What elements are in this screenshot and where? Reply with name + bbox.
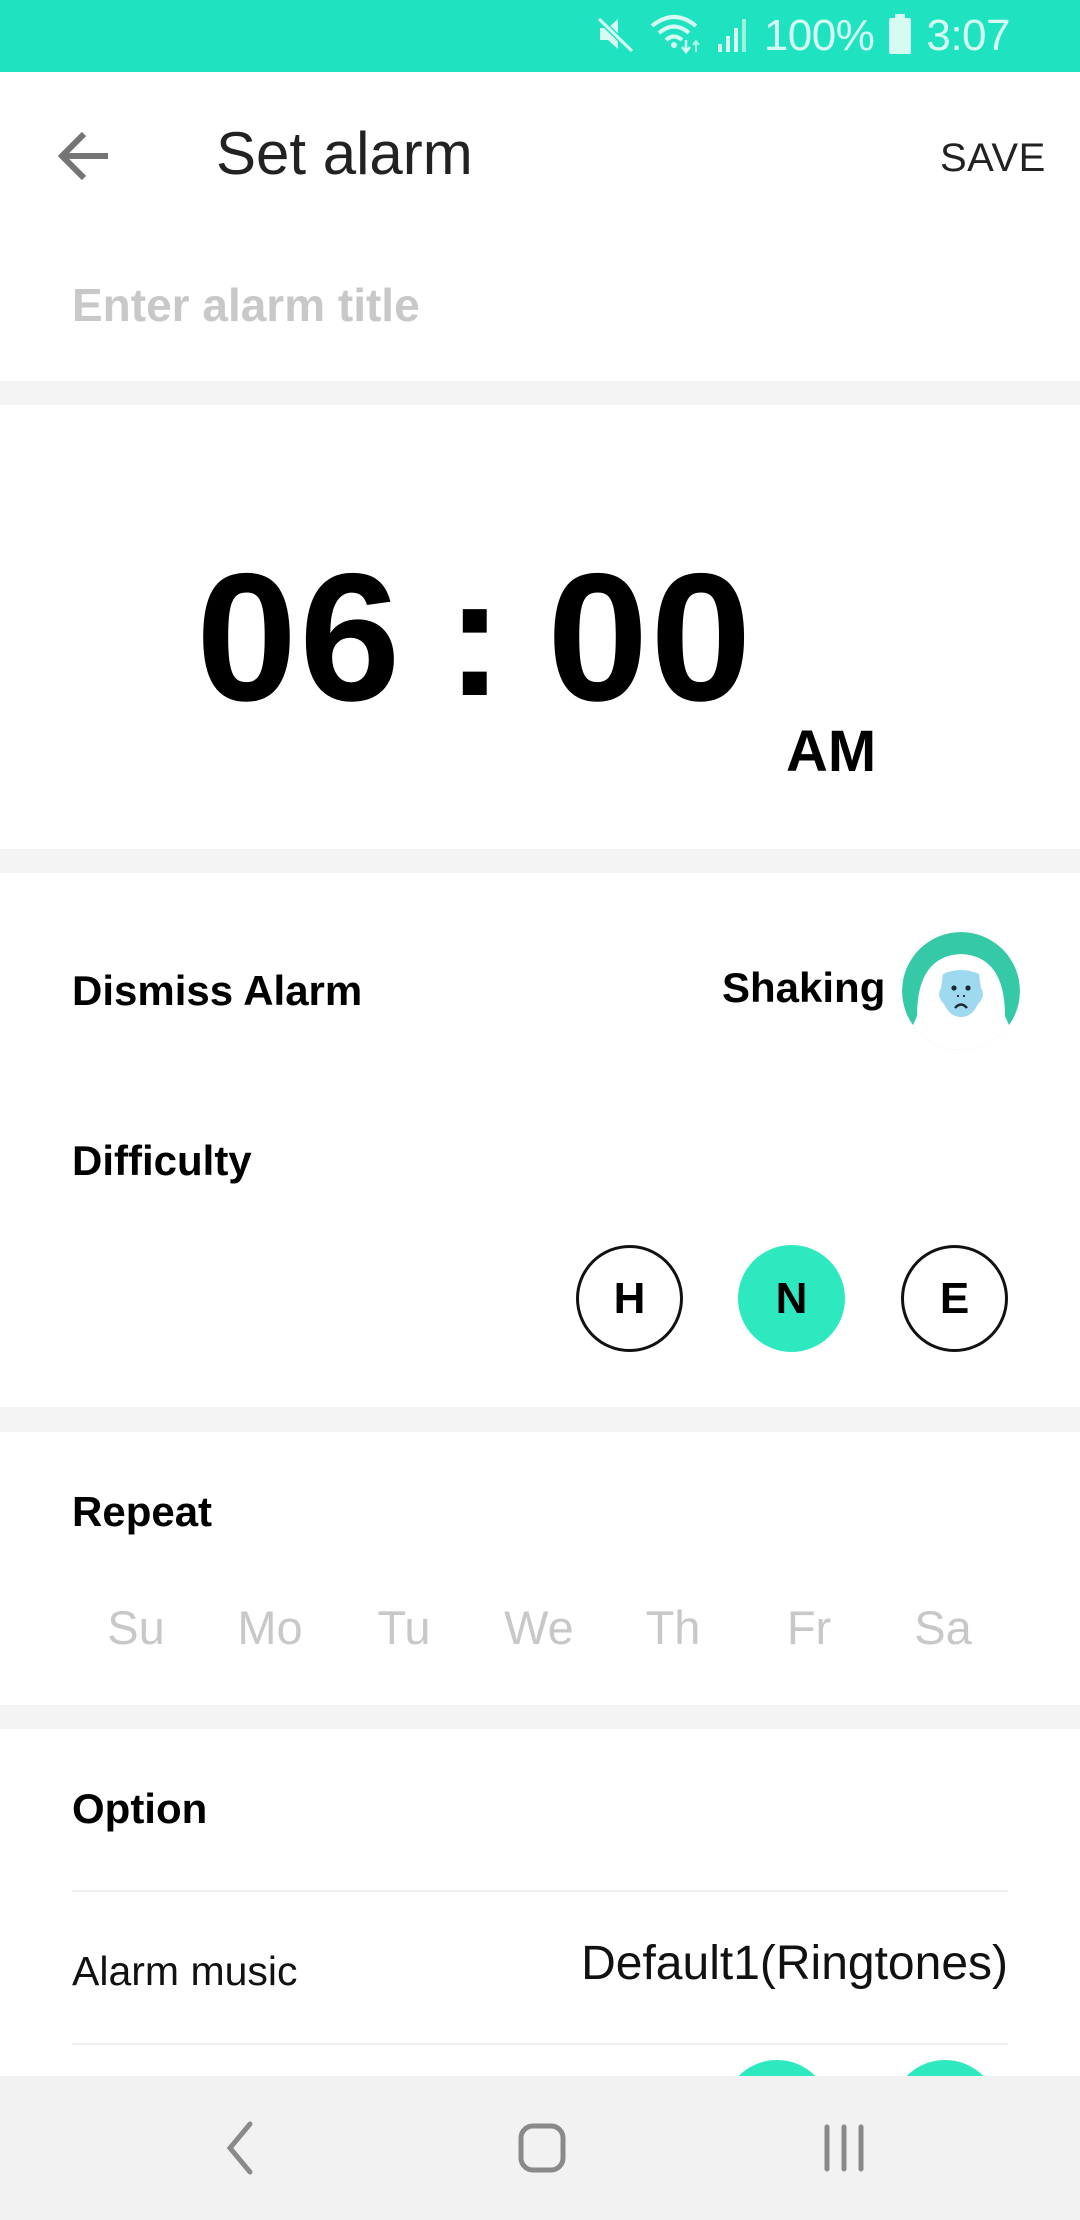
dismiss-method-value[interactable]: Shaking: [722, 963, 885, 1013]
day-toggle-thursday[interactable]: Th: [618, 1598, 728, 1658]
recents-nav-icon: [824, 2124, 864, 2172]
day-toggle-friday[interactable]: Fr: [754, 1598, 864, 1658]
option-label: Option: [72, 1785, 208, 1832]
section-divider: [0, 849, 1080, 873]
day-toggle-sunday[interactable]: Su: [81, 1598, 191, 1658]
alarm-title-input[interactable]: [72, 272, 1012, 338]
alarm-music-label: Alarm music: [72, 1948, 298, 1994]
difficulty-normal-button[interactable]: N: [738, 1245, 845, 1352]
dismiss-alarm-label: Dismiss Alarm: [72, 967, 363, 1014]
hour-value[interactable]: 06: [196, 546, 402, 728]
back-button[interactable]: [54, 126, 114, 186]
difficulty-label: Difficulty: [72, 1137, 252, 1184]
row-divider: [72, 2043, 1008, 2045]
difficulty-hard-label: H: [613, 1273, 646, 1323]
status-bar-icons: 100% 3:07: [596, 0, 1010, 72]
save-button[interactable]: SAVE: [940, 128, 1046, 188]
signal-icon: [716, 14, 750, 59]
home-nav-button[interactable]: [514, 2120, 570, 2176]
difficulty-hard-button[interactable]: H: [576, 1245, 683, 1352]
home-nav-icon: [518, 2123, 566, 2173]
section-divider: [0, 381, 1080, 405]
difficulty-easy-button[interactable]: E: [901, 1245, 1008, 1352]
alarm-music-value[interactable]: Default1(Ringtones): [581, 1934, 1008, 1994]
battery-percent: 100%: [763, 11, 875, 60]
repeat-label: Repeat: [72, 1488, 213, 1535]
back-nav-button[interactable]: [214, 2120, 264, 2176]
time-separator: :: [446, 542, 504, 732]
difficulty-normal-label: N: [775, 1273, 808, 1323]
minute-value[interactable]: 00: [547, 546, 753, 728]
day-toggle-saturday[interactable]: Sa: [888, 1598, 998, 1658]
time-display[interactable]: 06 : 00: [196, 528, 754, 728]
difficulty-easy-label: E: [939, 1273, 970, 1323]
mute-icon: [596, 14, 636, 59]
am-pm-toggle[interactable]: AM: [786, 712, 876, 792]
gorilla-icon: [902, 932, 1020, 1050]
recents-nav-button[interactable]: [818, 2120, 870, 2176]
section-divider: [0, 1407, 1080, 1432]
day-toggle-tuesday[interactable]: Tu: [349, 1598, 459, 1658]
page-title: Set alarm: [216, 120, 473, 187]
back-nav-icon: [226, 2121, 253, 2175]
dismiss-method-button[interactable]: [902, 932, 1020, 1050]
battery-icon: [888, 13, 912, 60]
section-divider: [0, 1705, 1080, 1729]
day-toggle-monday[interactable]: Mo: [215, 1598, 325, 1658]
clock: 3:07: [926, 11, 1010, 60]
wifi-icon: [650, 14, 702, 59]
day-toggle-wednesday[interactable]: We: [484, 1598, 594, 1658]
arrow-left-icon: [57, 131, 108, 181]
row-divider: [72, 1890, 1008, 1892]
